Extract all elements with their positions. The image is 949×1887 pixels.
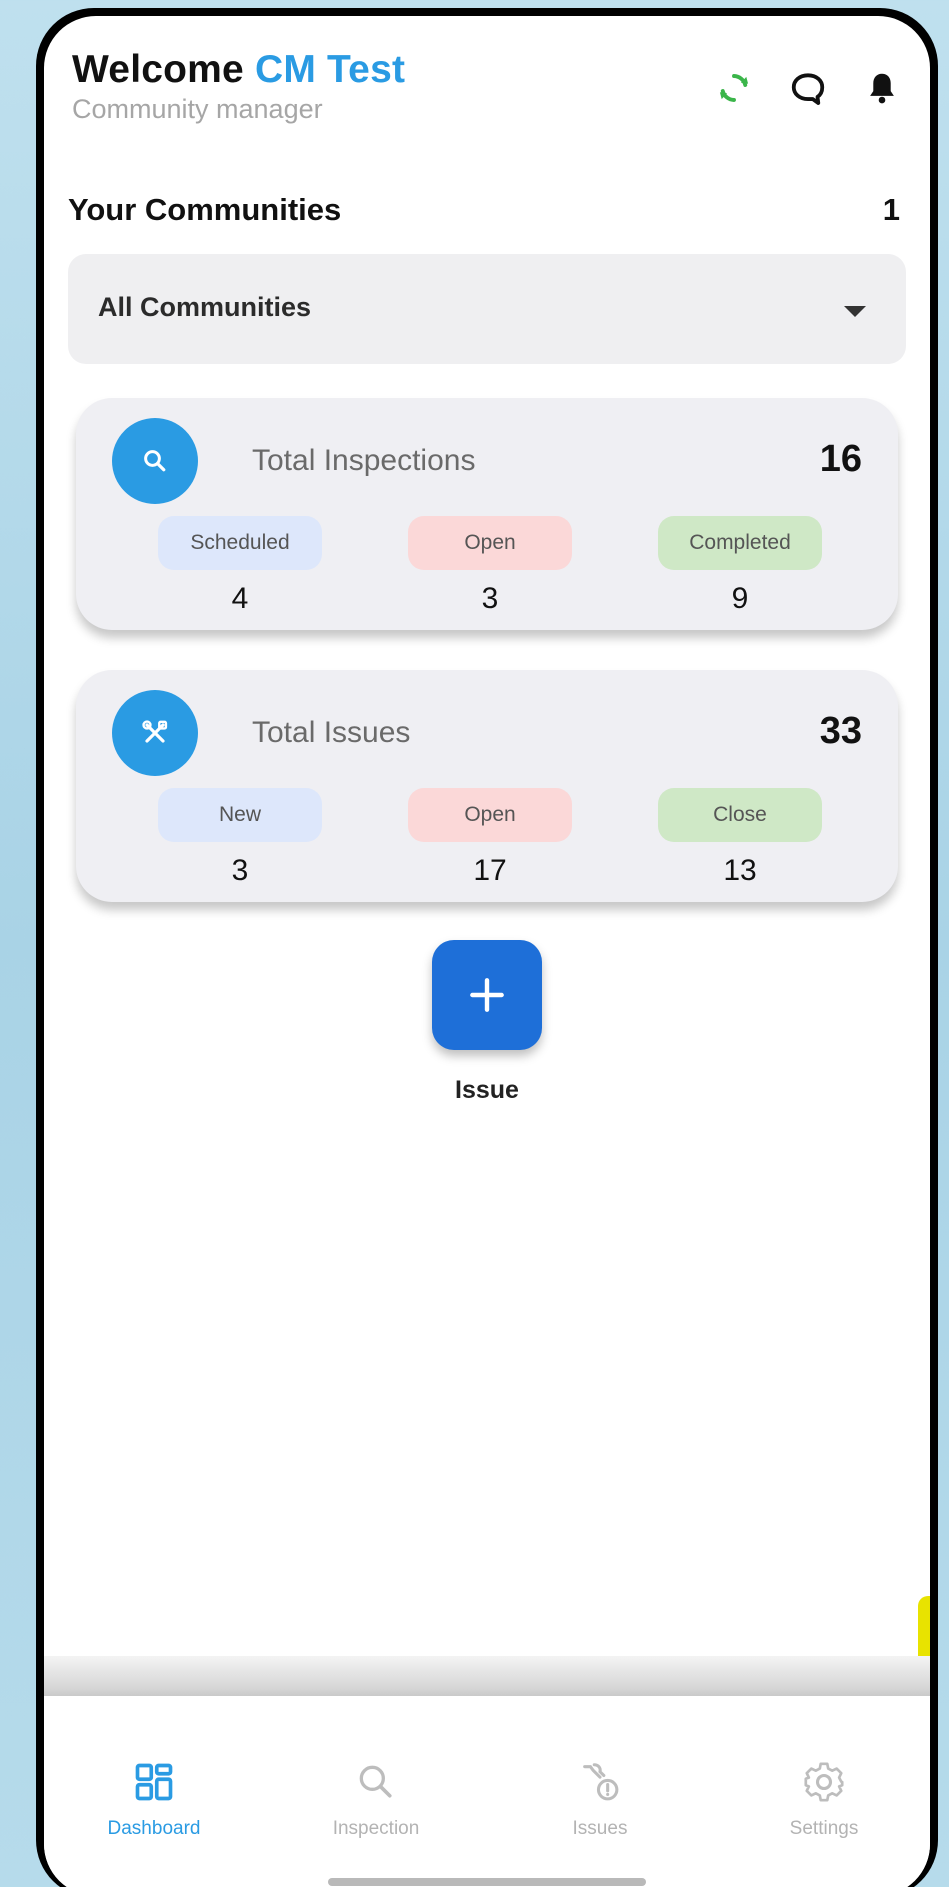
stat-value: 3 [481, 582, 499, 615]
sync-icon[interactable] [714, 68, 754, 108]
communities-count: 1 [882, 192, 900, 227]
plus-icon [470, 978, 504, 1012]
bell-icon[interactable] [862, 68, 902, 108]
nav-issues[interactable]: Issues [500, 1752, 700, 1840]
user-name: CM Test [254, 48, 406, 91]
add-issue-button[interactable] [432, 940, 542, 1050]
stat-value: 3 [231, 854, 249, 887]
chat-icon[interactable] [788, 68, 828, 108]
inspections-title: Total Inspections [252, 444, 476, 477]
stat-value: 9 [731, 582, 749, 615]
stat-label: Scheduled [158, 516, 322, 570]
stat-value: 17 [473, 854, 507, 887]
inspections-total: 16 [819, 438, 862, 480]
nav-divider [44, 1656, 930, 1696]
header: Welcome CM Test Community manager [72, 48, 902, 138]
welcome-prefix: Welcome [72, 48, 244, 91]
nav-settings[interactable]: Settings [724, 1752, 924, 1840]
stat-label: New [158, 788, 322, 842]
stat-open[interactable]: Open 17 [408, 788, 572, 888]
stat-new[interactable]: New 3 [158, 788, 322, 888]
nav-label: Issues [572, 1818, 628, 1839]
nav-label: Dashboard [107, 1818, 201, 1839]
header-actions [714, 68, 902, 108]
home-indicator [328, 1878, 646, 1886]
stat-close[interactable]: Close 13 [658, 788, 822, 888]
search-icon [276, 1752, 476, 1812]
stat-scheduled[interactable]: Scheduled 4 [158, 516, 322, 616]
community-dropdown[interactable]: All Communities [68, 254, 906, 364]
bottom-nav: Dashboard Inspection Issues Settings [44, 1696, 930, 1887]
stat-label: Completed [658, 516, 822, 570]
issues-card[interactable]: Total Issues 33 New 3 Open 17 Close 13 [76, 670, 898, 902]
communities-title: Your Communities [68, 192, 342, 227]
gear-icon [724, 1752, 924, 1812]
nav-label: Inspection [332, 1818, 420, 1839]
nav-label: Settings [789, 1818, 859, 1839]
app-screen: Welcome CM Test Community manager Your C… [44, 16, 930, 1887]
phone-frame: Welcome CM Test Community manager Your C… [36, 8, 938, 1887]
issues-title: Total Issues [252, 716, 411, 749]
chevron-down-icon [844, 306, 866, 317]
dropdown-value: All Communities [98, 292, 312, 322]
stat-label: Open [408, 516, 572, 570]
stat-label: Close [658, 788, 822, 842]
tools-icon [112, 690, 198, 776]
stat-value: 4 [231, 582, 249, 615]
nav-dashboard[interactable]: Dashboard [54, 1752, 254, 1840]
search-icon [112, 418, 198, 504]
add-issue-label: Issue [455, 1076, 519, 1104]
stat-label: Open [408, 788, 572, 842]
issues-total: 33 [819, 710, 862, 752]
stat-completed[interactable]: Completed 9 [658, 516, 822, 616]
stat-value: 13 [723, 854, 757, 887]
inspections-card[interactable]: Total Inspections 16 Scheduled 4 Open 3 … [76, 398, 898, 630]
nav-inspection[interactable]: Inspection [276, 1752, 476, 1840]
wrench-alert-icon [500, 1752, 700, 1812]
stat-open[interactable]: Open 3 [408, 516, 572, 616]
dashboard-icon [54, 1752, 254, 1812]
